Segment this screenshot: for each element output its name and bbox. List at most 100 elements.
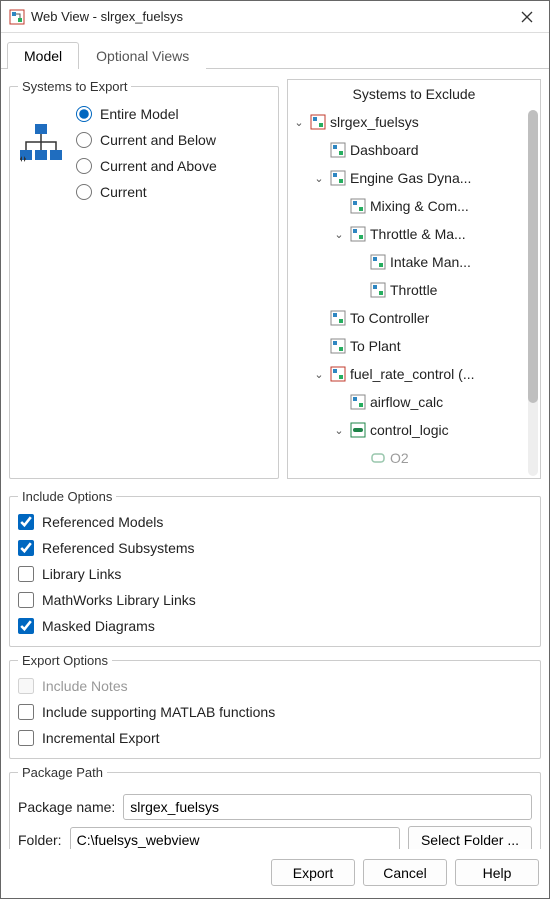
tree-scroll-thumb[interactable] — [528, 110, 538, 403]
tree-node-label: O2 — [390, 450, 409, 466]
chevron-down-icon[interactable]: ⌄ — [312, 368, 326, 381]
radio-current-below-label: Current and Below — [100, 132, 216, 148]
tree-node-label: Mixing & Com... — [370, 198, 469, 214]
radio-current-above-input[interactable] — [76, 158, 92, 174]
cancel-button[interactable]: Cancel — [363, 859, 447, 886]
radio-entire-model-label: Entire Model — [100, 106, 179, 122]
check-include-matlab-input[interactable] — [18, 704, 34, 720]
subsystem-icon — [330, 170, 346, 186]
export-options-group: Export Options Include Notes Include sup… — [9, 653, 541, 759]
include-options-group: Include Options Referenced Models Refere… — [9, 489, 541, 647]
chevron-down-icon[interactable]: ⌄ — [332, 228, 346, 241]
chevron-down-icon[interactable]: ⌄ — [312, 172, 326, 185]
package-path-legend: Package Path — [18, 765, 107, 780]
tree-node-o2[interactable]: O2 — [352, 444, 530, 472]
subsystem-icon — [370, 254, 386, 270]
tree-node-label: Throttle & Ma... — [370, 226, 466, 242]
check-include-matlab-label: Include supporting MATLAB functions — [42, 704, 275, 720]
check-incremental-export-label: Incremental Export — [42, 730, 160, 746]
systems-to-export-group: Systems to Export Entire Model — [9, 79, 279, 479]
subsystem-icon — [330, 142, 346, 158]
model-icon — [310, 114, 326, 130]
close-icon — [521, 11, 533, 23]
check-library-links-input[interactable] — [18, 566, 34, 582]
tabs: Model Optional Views — [1, 33, 549, 69]
radio-current-above-label: Current and Above — [100, 158, 217, 174]
check-referenced-models-label: Referenced Models — [42, 514, 163, 530]
tree-node-dashboard[interactable]: Dashboard — [312, 136, 530, 164]
package-path-group: Package Path Package name: Folder: Selec… — [9, 765, 541, 849]
check-mathworks-library-links-label: MathWorks Library Links — [42, 592, 196, 608]
tree-node-throttle-ma[interactable]: ⌄ Throttle & Ma... — [332, 220, 530, 248]
tree-node-label: slrgex_fuelsys — [330, 114, 419, 130]
tree-node-egd[interactable]: ⌄ Engine Gas Dyna... — [312, 164, 530, 192]
systems-to-exclude-title: Systems to Exclude — [288, 80, 540, 108]
check-include-matlab[interactable]: Include supporting MATLAB functions — [18, 704, 532, 720]
tree-node-throttle[interactable]: Throttle — [352, 276, 530, 304]
check-include-notes-input — [18, 678, 34, 694]
package-name-input[interactable] — [123, 794, 532, 820]
tree-node-label: airflow_calc — [370, 394, 443, 410]
check-mathworks-library-links[interactable]: MathWorks Library Links — [18, 592, 532, 608]
tree-scrollbar[interactable] — [528, 110, 538, 476]
tree-node-fuelrate[interactable]: ⌄ fuel_rate_control (... — [312, 360, 530, 388]
check-masked-diagrams[interactable]: Masked Diagrams — [18, 618, 532, 634]
systems-to-export-legend: Systems to Export — [18, 79, 131, 94]
exclude-tree[interactable]: ⌄ slrgex_fuelsys Dashboard — [288, 108, 540, 478]
radio-current-below[interactable]: Current and Below — [76, 132, 217, 148]
package-name-label: Package name: — [18, 799, 115, 815]
check-referenced-models[interactable]: Referenced Models — [18, 514, 532, 530]
tree-node-label: fuel_rate_control (... — [350, 366, 475, 382]
tree-node-tocontroller[interactable]: To Controller — [312, 304, 530, 332]
check-incremental-export[interactable]: Incremental Export — [18, 730, 532, 746]
check-library-links-label: Library Links — [42, 566, 121, 582]
tree-node-label: Throttle — [390, 282, 437, 298]
radio-current-label: Current — [100, 184, 147, 200]
radio-current-input[interactable] — [76, 184, 92, 200]
select-folder-button[interactable]: Select Folder ... — [408, 826, 532, 849]
check-masked-diagrams-input[interactable] — [18, 618, 34, 634]
folder-input[interactable] — [70, 827, 400, 850]
help-button[interactable]: Help — [455, 859, 539, 886]
check-mathworks-library-links-input[interactable] — [18, 592, 34, 608]
folder-label: Folder: — [18, 832, 62, 848]
tree-node-label: To Controller — [350, 310, 429, 326]
tab-model[interactable]: Model — [7, 42, 79, 69]
titlebar: Web View - slrgex_fuelsys — [1, 1, 549, 33]
chevron-down-icon[interactable]: ⌄ — [332, 424, 346, 437]
model-ref-icon — [330, 366, 346, 382]
check-masked-diagrams-label: Masked Diagrams — [42, 618, 155, 634]
check-referenced-subsystems-input[interactable] — [18, 540, 34, 556]
radio-current-below-input[interactable] — [76, 132, 92, 148]
subsystem-icon — [350, 198, 366, 214]
footer: Export Cancel Help — [1, 849, 549, 898]
tree-node-toplant[interactable]: To Plant — [312, 332, 530, 360]
tab-optional-views[interactable]: Optional Views — [79, 42, 206, 69]
subsystem-icon — [330, 338, 346, 354]
check-include-notes-label: Include Notes — [42, 678, 128, 694]
subsystem-icon — [350, 394, 366, 410]
tree-node-root[interactable]: ⌄ slrgex_fuelsys — [292, 108, 530, 136]
tree-node-intake[interactable]: Intake Man... — [352, 248, 530, 276]
tree-node-label: Dashboard — [350, 142, 419, 158]
radio-entire-model-input[interactable] — [76, 106, 92, 122]
export-button[interactable]: Export — [271, 859, 355, 886]
content: Systems to Export Entire Model — [1, 69, 549, 849]
chevron-down-icon[interactable]: ⌄ — [292, 116, 306, 129]
check-referenced-models-input[interactable] — [18, 514, 34, 530]
app-icon — [9, 9, 25, 25]
subsystem-icon — [330, 310, 346, 326]
tree-node-mixing[interactable]: Mixing & Com... — [332, 192, 530, 220]
hierarchy-icon — [18, 120, 64, 166]
radio-entire-model[interactable]: Entire Model — [76, 106, 217, 122]
radio-current-above[interactable]: Current and Above — [76, 158, 217, 174]
close-button[interactable] — [505, 1, 549, 33]
check-include-notes: Include Notes — [18, 678, 532, 694]
radio-current[interactable]: Current — [76, 184, 217, 200]
check-referenced-subsystems[interactable]: Referenced Subsystems — [18, 540, 532, 556]
check-library-links[interactable]: Library Links — [18, 566, 532, 582]
check-incremental-export-input[interactable] — [18, 730, 34, 746]
tree-node-controllogic[interactable]: ⌄ control_logic — [332, 416, 530, 444]
tree-node-airflow[interactable]: airflow_calc — [332, 388, 530, 416]
stateflow-icon — [350, 422, 366, 438]
